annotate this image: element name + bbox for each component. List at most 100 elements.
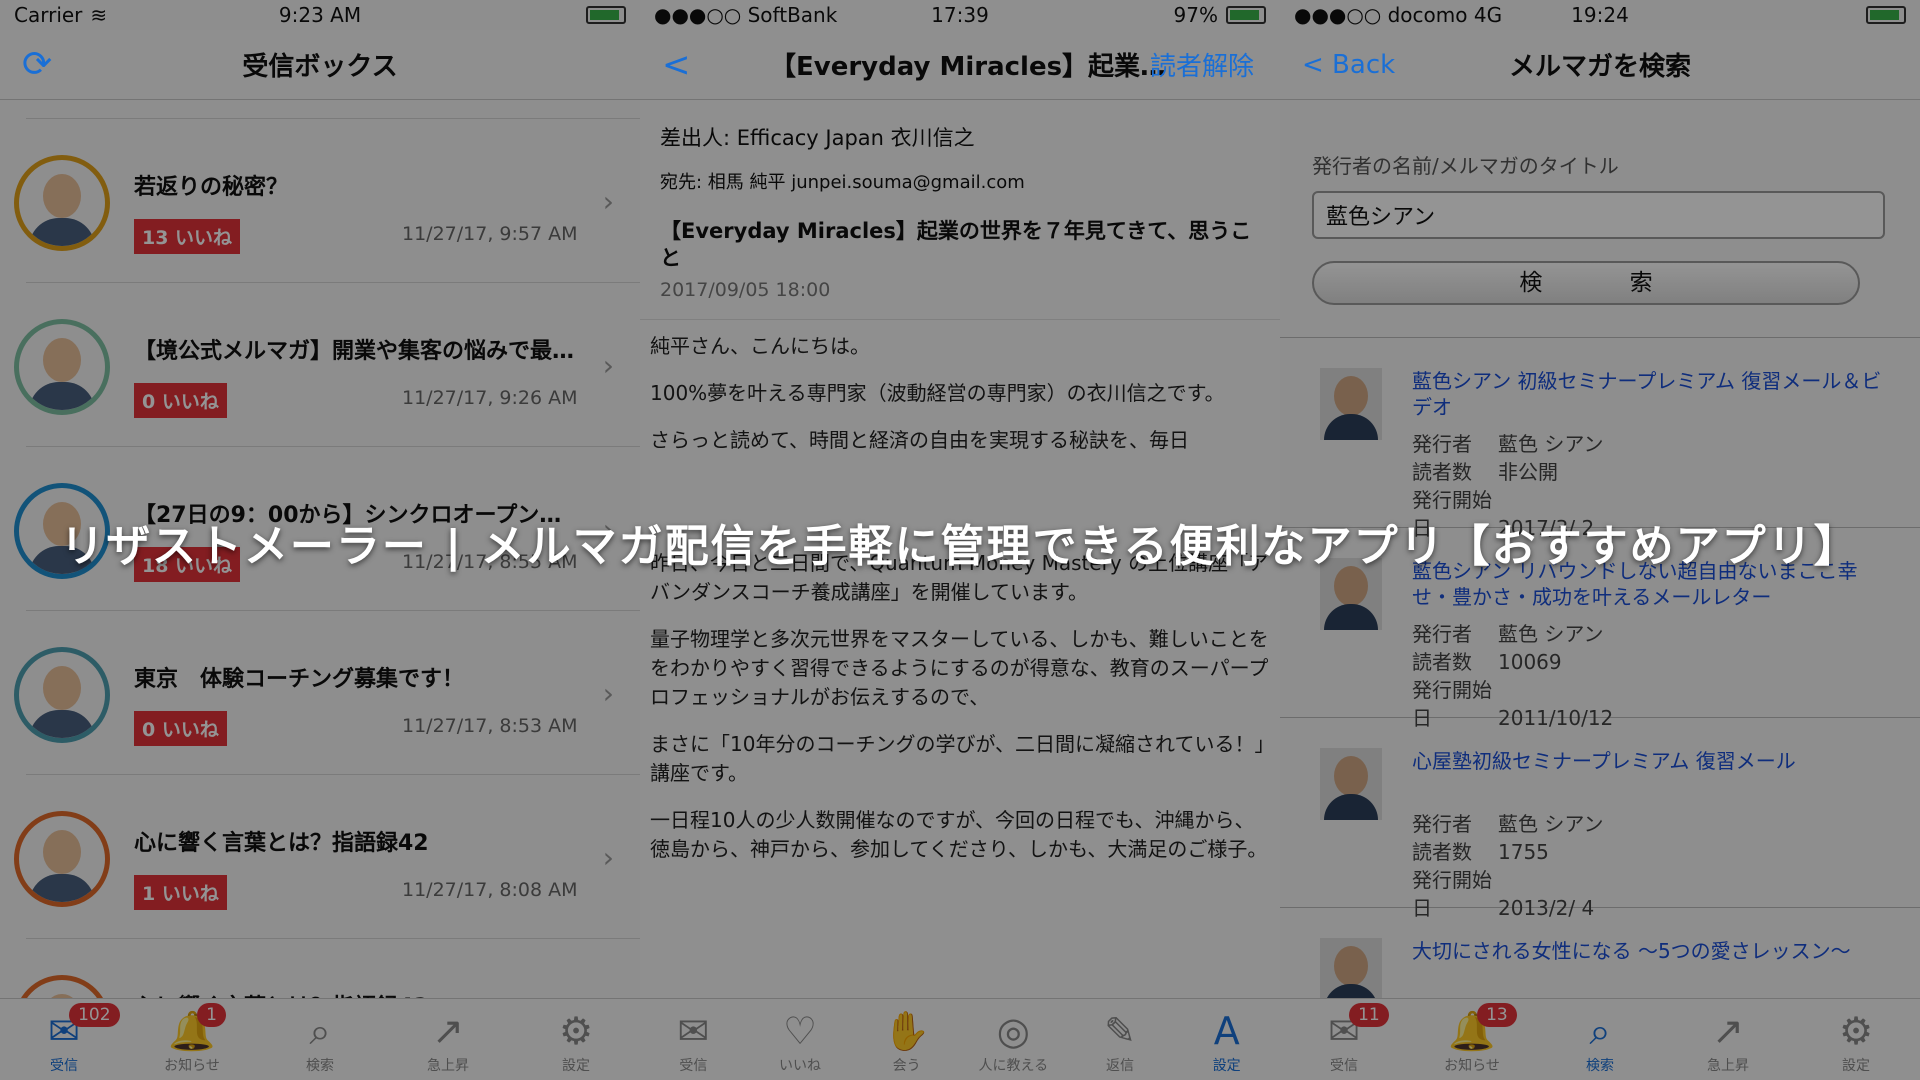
- chevron-right-icon: ›: [602, 349, 614, 382]
- search-form: 発行者の名前/メルマガのタイトル 検 索: [1280, 100, 1920, 305]
- back-chevron-icon[interactable]: <: [662, 45, 691, 85]
- result-item[interactable]: 心屋塾初級セミナープレミアム 復習メール 発行者 藍色 シアン 読者数 1755 発行開始…: [1280, 718, 1920, 920]
- tab-0[interactable]: ✉ 受信: [640, 999, 747, 1080]
- nav-bar: ⟳ 受信ボックス: [0, 30, 640, 100]
- chevron-right-icon: ›: [602, 841, 614, 874]
- tab-label: 受信: [1330, 1058, 1358, 1074]
- chevron-right-icon: ›: [602, 185, 614, 218]
- status-bar: Carrier ≋ 9:23 AM: [0, 0, 640, 30]
- like-count-badge: 0 いいね: [134, 711, 227, 746]
- meta-label: 発行者: [1412, 622, 1472, 646]
- tab-bar: ✉ 受信 102 🔔 お知らせ 1 ⌕ 検索 ↗ 急上昇 ⚙ 設定: [0, 998, 640, 1080]
- tab-1[interactable]: ♡ いいね: [747, 999, 854, 1080]
- tab-icon: ⚙: [1838, 1009, 1874, 1053]
- mail-row[interactable]: 若返りの秘密？ 13 いいね 11/27/17, 9:57 AM ›: [14, 118, 640, 282]
- tab-icon: ✎: [1104, 1009, 1136, 1053]
- tab-3[interactable]: ↗ 急上昇: [384, 999, 512, 1080]
- meta-label: 発行者: [1412, 812, 1472, 836]
- publisher-avatar: [1320, 368, 1382, 440]
- meta-value: 1755: [1498, 840, 1549, 864]
- unsubscribe-button[interactable]: 読者解除: [1150, 46, 1254, 83]
- tab-3[interactable]: ◎ 人に教える: [960, 999, 1067, 1080]
- tab-0[interactable]: ✉ 受信 102: [0, 999, 128, 1080]
- carrier-label: ●●●○○ SoftBank: [654, 3, 838, 27]
- mail-subject: 若返りの秘密？: [134, 175, 289, 200]
- mail-date: 11/27/17, 9:57 AM: [402, 223, 578, 245]
- carrier-label: Carrier: [14, 3, 83, 27]
- meta-line-readers: 読者数 10069: [1412, 648, 1613, 676]
- tab-badge: 11: [1349, 1003, 1389, 1027]
- result-title[interactable]: 大切にされる女性になる ～5つの愛さレッスン～: [1412, 938, 1894, 964]
- result-title[interactable]: 藍色シアン 初級セミナープレミアム 復習メール＆ビデオ: [1412, 368, 1894, 420]
- tab-label: 人に教える: [978, 1058, 1049, 1074]
- result-title[interactable]: 心屋塾初級セミナープレミアム 復習メール: [1412, 748, 1894, 774]
- battery-icon: [1866, 6, 1906, 24]
- tab-5[interactable]: A 設定: [1173, 999, 1280, 1080]
- tab-label: 検索: [306, 1058, 334, 1074]
- avatar: [14, 155, 110, 251]
- tab-label: 会う: [892, 1058, 921, 1074]
- tab-2[interactable]: ⌕ 検索: [1536, 999, 1664, 1080]
- message-paragraph: 量子物理学と多次元世界をマスターしている、しかも、難しいことををわかりやすく習得…: [650, 626, 1269, 709]
- meta-label: 発行者: [1412, 432, 1472, 456]
- refresh-icon[interactable]: ⟳: [22, 44, 52, 85]
- message-paragraph: 純平さん、こんにちは。: [650, 333, 870, 358]
- tab-4[interactable]: ⚙ 設定: [512, 999, 640, 1080]
- wifi-icon: ≋: [90, 3, 108, 27]
- mail-date: 11/27/17, 9:26 AM: [402, 387, 578, 409]
- search-input[interactable]: [1312, 191, 1885, 239]
- tab-label: 検索: [1586, 1058, 1614, 1074]
- meta-label: 読者数: [1412, 840, 1472, 864]
- message-subject: 【Everyday Miracles】起業の世界を７年見てきて、思うこと: [660, 219, 1252, 271]
- tab-badge: 102: [69, 1003, 120, 1027]
- result-meta: 発行者 藍色 シアン 読者数 10069 発行開始日 2011/10/12: [1412, 620, 1613, 732]
- overlay-title: リザストメーラー | メルマガ配信を手軽に管理できる便利なアプリ【おすすめアプリ…: [60, 521, 1860, 572]
- tab-4[interactable]: ⚙ 設定: [1792, 999, 1920, 1080]
- meta-value: 非公開: [1498, 460, 1558, 484]
- tab-1[interactable]: 🔔 お知らせ 1: [128, 999, 256, 1080]
- tab-0[interactable]: ✉ 受信 11: [1280, 999, 1408, 1080]
- avatar-face: [43, 174, 81, 218]
- search-button[interactable]: 検 索: [1312, 261, 1860, 305]
- tab-icon: ⌕: [309, 1009, 331, 1053]
- back-button[interactable]: < Back: [1302, 50, 1395, 80]
- mail-row[interactable]: 【境公式メルマガ】開業や集客の悩みで最… 0 いいね 11/27/17, 9:26 …: [14, 282, 640, 446]
- avatar-body: [1324, 414, 1378, 440]
- mail-row[interactable]: 心に響く言葉とは？指語録42 1 いいね 11/27/17, 8:08 AM ›: [14, 774, 640, 938]
- tab-label: 返信: [1106, 1058, 1135, 1074]
- tab-icon: ⚙: [558, 1009, 594, 1053]
- tab-label: 設定: [1212, 1058, 1241, 1074]
- mail-date: 11/27/17, 8:53 AM: [402, 715, 578, 737]
- tab-2[interactable]: ⌕ 検索: [256, 999, 384, 1080]
- avatar: [14, 811, 110, 907]
- tab-3[interactable]: ↗ 急上昇: [1664, 999, 1792, 1080]
- message-paragraph: さらっと読めて、時間と経済の自由を実現する秘訣を、毎日: [650, 427, 1189, 452]
- carrier-label: ●●●○○ docomo 4G: [1294, 3, 1503, 27]
- tab-icon: ✉: [1328, 1009, 1360, 1053]
- result-item[interactable]: 藍色シアン 初級セミナープレミアム 復習メール＆ビデオ 発行者 藍色 シアン 読者数 非…: [1280, 338, 1920, 540]
- search-results: 藍色シアン 初級セミナープレミアム 復習メール＆ビデオ 発行者 藍色 シアン 読者数非…: [1280, 337, 1920, 1080]
- meta-line-readers: 読者数 非公開: [1412, 458, 1604, 486]
- tab-4[interactable]: ✎ 返信: [1067, 999, 1174, 1080]
- tab-icon: A: [1213, 1009, 1240, 1053]
- meta-line-publisher: 発行者 藍色 シアン: [1412, 810, 1604, 838]
- tab-1[interactable]: 🔔 お知らせ 13: [1408, 999, 1536, 1080]
- tab-2[interactable]: ✋ 会う: [853, 999, 960, 1080]
- avatar-body: [1324, 794, 1378, 820]
- message-paragraph: まさに「10年分のコーチングの学びが、二日間に凝縮されている！」講座です。: [650, 731, 1265, 785]
- sender-line: 差出人: Efficacy Japan 衣川信之: [660, 126, 975, 150]
- tab-label: お知らせ: [164, 1058, 220, 1074]
- message-action-bar: ✉ 受信 ♡ いいね ✋ 会う ◎ 人に教える ✎ 返信 A 設定: [640, 998, 1280, 1080]
- avatar-body: [29, 218, 95, 246]
- message-paragraph: 100%夢を叶える専門家（波動経営の専門家）の衣川信之です。: [650, 380, 1225, 405]
- chevron-right-icon: ›: [602, 677, 614, 710]
- meta-value: 10069: [1498, 650, 1562, 674]
- avatar: [14, 319, 110, 415]
- tab-label: 急上昇: [427, 1058, 469, 1074]
- avatar-face: [1334, 946, 1368, 986]
- page-title: 受信ボックス: [242, 52, 398, 82]
- tab-icon: ♡: [782, 1009, 818, 1053]
- mail-row[interactable]: 東京 体験コーチング募集です！ 0 いいね 11/27/17, 8:53 AM ›: [14, 610, 640, 774]
- avatar-face: [43, 666, 81, 710]
- message-body: 純平さん、こんにちは。 100%夢を叶える専門家（波動経営の専門家）の衣川信之です…: [640, 320, 1280, 894]
